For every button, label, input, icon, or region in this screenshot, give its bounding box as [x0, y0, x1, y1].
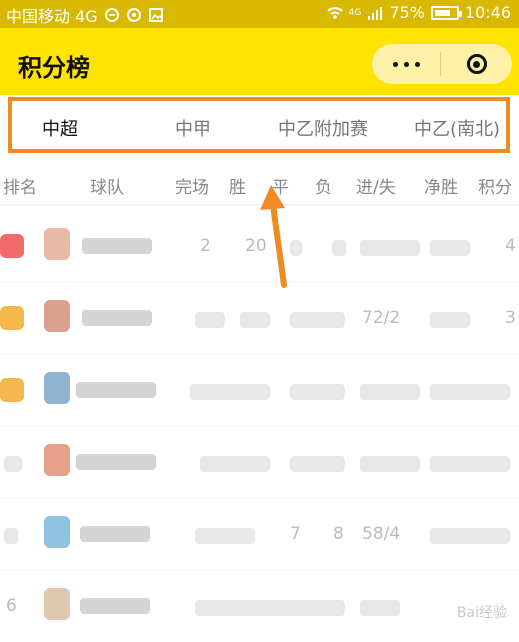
table-row[interactable] — [0, 426, 519, 498]
header-divider — [0, 204, 519, 205]
cell-goals: 58/4 — [362, 524, 401, 544]
blur-block — [290, 456, 345, 472]
col-goal-diff: 净胜 — [424, 178, 458, 198]
col-played: 完场 — [175, 178, 209, 198]
cell-points: 4 — [505, 236, 516, 256]
blur-block — [290, 312, 345, 328]
cell-points: 3 — [505, 308, 516, 328]
blur-block — [195, 528, 255, 544]
target-icon[interactable] — [441, 44, 512, 84]
annotation-highlight-box — [8, 97, 510, 153]
col-losses: 负 — [315, 178, 332, 198]
blur-block — [290, 384, 345, 400]
blur-block — [430, 384, 510, 400]
col-team: 球队 — [90, 178, 124, 198]
cell-wins: 7 — [290, 524, 301, 544]
team-logo — [44, 516, 70, 548]
table-row[interactable]: 2 20 4 — [0, 210, 519, 282]
table-header: 排名 球队 完场 胜 平 负 进/失 净胜 积分 — [0, 163, 519, 203]
cell-goals: 72/2 — [362, 308, 401, 328]
cell-rank: 6 — [6, 596, 17, 616]
page-title: 积分榜 — [18, 54, 90, 82]
cell-played: 2 — [200, 236, 211, 256]
blur-block — [430, 528, 510, 544]
blur-block — [4, 528, 18, 544]
blur-block — [360, 600, 400, 616]
blur-block — [240, 312, 270, 328]
team-logo — [44, 228, 70, 260]
blur-block — [430, 240, 470, 256]
status-right: 4G 75% 10:46 — [326, 3, 511, 22]
signal-icon — [368, 6, 383, 20]
table-row[interactable]: 6 — [0, 570, 519, 642]
rank-badge — [0, 234, 24, 258]
image-icon — [148, 8, 163, 22]
location-icon — [126, 8, 141, 22]
blur-block — [332, 240, 346, 256]
clock: 10:46 — [464, 3, 511, 22]
team-logo — [44, 444, 70, 476]
team-name-blurred — [80, 526, 150, 542]
rank-badge — [0, 378, 24, 402]
blur-block — [430, 312, 470, 328]
team-logo — [44, 372, 70, 404]
battery-icon — [430, 5, 462, 20]
network-badge: 4G — [348, 7, 362, 18]
table-row[interactable]: 72/2 3 — [0, 282, 519, 354]
team-name-blurred — [80, 598, 150, 614]
col-rank: 排名 — [3, 178, 37, 198]
more-dots-icon[interactable] — [372, 44, 440, 84]
carrier-label: 中国移动 4G — [6, 7, 98, 26]
team-name-blurred — [76, 454, 156, 470]
nav-bar: 积分榜 — [0, 28, 519, 95]
blur-block — [360, 384, 420, 400]
blur-block — [200, 456, 270, 472]
status-left: 中国移动 4G — [6, 3, 164, 27]
cell-wins: 20 — [245, 236, 267, 256]
team-name-blurred — [82, 310, 152, 326]
rank-badge — [0, 306, 24, 330]
cell-draws: 8 — [333, 524, 344, 544]
table-row[interactable] — [0, 354, 519, 426]
blur-block — [290, 240, 302, 256]
blur-block — [195, 600, 345, 616]
blur-block — [195, 312, 225, 328]
battery-percent: 75% — [389, 3, 425, 22]
col-wins: 胜 — [229, 178, 246, 198]
blur-block — [360, 240, 420, 256]
col-points: 积分 — [478, 178, 512, 198]
blur-block — [190, 384, 270, 400]
wifi-icon — [326, 6, 343, 19]
team-logo — [44, 588, 70, 620]
watermark: Bai经验 — [456, 605, 507, 621]
col-goals: 进/失 — [356, 178, 396, 198]
blur-block — [360, 456, 420, 472]
league-tabs: 中超 中甲 中乙附加赛 中乙(南北) — [0, 95, 519, 159]
blur-block — [430, 456, 510, 472]
table-row[interactable]: 7 8 58/4 — [0, 498, 519, 570]
status-bar: 中国移动 4G 4G 75% 10:46 — [0, 0, 519, 28]
mini-program-capsule — [372, 44, 512, 84]
hd-call-icon — [104, 8, 119, 22]
col-draws: 平 — [272, 178, 289, 198]
team-name-blurred — [76, 382, 156, 398]
team-logo — [44, 300, 70, 332]
blur-block — [4, 456, 22, 472]
team-name-blurred — [82, 238, 152, 254]
